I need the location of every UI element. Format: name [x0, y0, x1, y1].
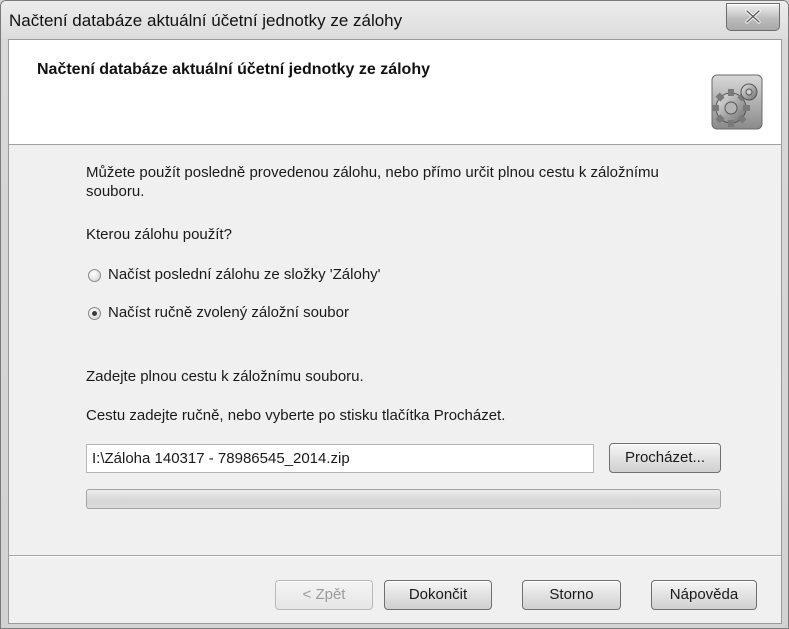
- page-title: Načtení databáze aktuální účetní jednotk…: [37, 61, 430, 78]
- cancel-button[interactable]: Storno: [522, 580, 621, 610]
- dialog-client-area: Načtení databáze aktuální účetní jednotk…: [8, 39, 782, 624]
- radio-last-backup[interactable]: [88, 269, 101, 282]
- finish-button[interactable]: Dokončit: [384, 580, 492, 610]
- footer-separator: [9, 555, 781, 557]
- window-title: Načtení databáze aktuální účetní jednotk…: [9, 11, 403, 30]
- path-prompt: Zadejte plnou cestu k záložnímu souboru.: [86, 368, 364, 385]
- radio-manual-file-label[interactable]: Načíst ručně zvolený záložní soubor: [108, 303, 349, 323]
- radio-manual-file[interactable]: [88, 307, 101, 320]
- path-hint: Cestu zadejte ručně, nebo vyberte po sti…: [86, 407, 506, 424]
- help-button[interactable]: Nápověda: [651, 580, 757, 610]
- browse-button[interactable]: Procházet...: [609, 443, 721, 473]
- backup-question: Kterou zálohu použít?: [86, 226, 232, 243]
- close-button[interactable]: [726, 3, 780, 31]
- intro-text-line1: Můžete použít posledně provedenou zálohu…: [86, 164, 659, 181]
- backup-path-input[interactable]: [86, 444, 594, 473]
- wizard-header: Načtení databáze aktuální účetní jednotk…: [9, 40, 781, 145]
- radio-last-backup-label[interactable]: Načíst poslední zálohu ze složky 'Zálohy…: [108, 265, 381, 285]
- title-bar[interactable]: Načtení databáze aktuální účetní jednotk…: [1, 1, 788, 39]
- wizard-content: Můžete použít posledně provedenou zálohu…: [9, 145, 781, 555]
- dialog-window: Načtení databáze aktuální účetní jednotk…: [0, 0, 789, 629]
- intro-text-line2: souboru.: [86, 183, 145, 200]
- close-icon: [745, 9, 761, 24]
- back-button[interactable]: < Zpět: [275, 580, 373, 610]
- gear-icon: [711, 74, 763, 130]
- progress-bar: [86, 489, 721, 509]
